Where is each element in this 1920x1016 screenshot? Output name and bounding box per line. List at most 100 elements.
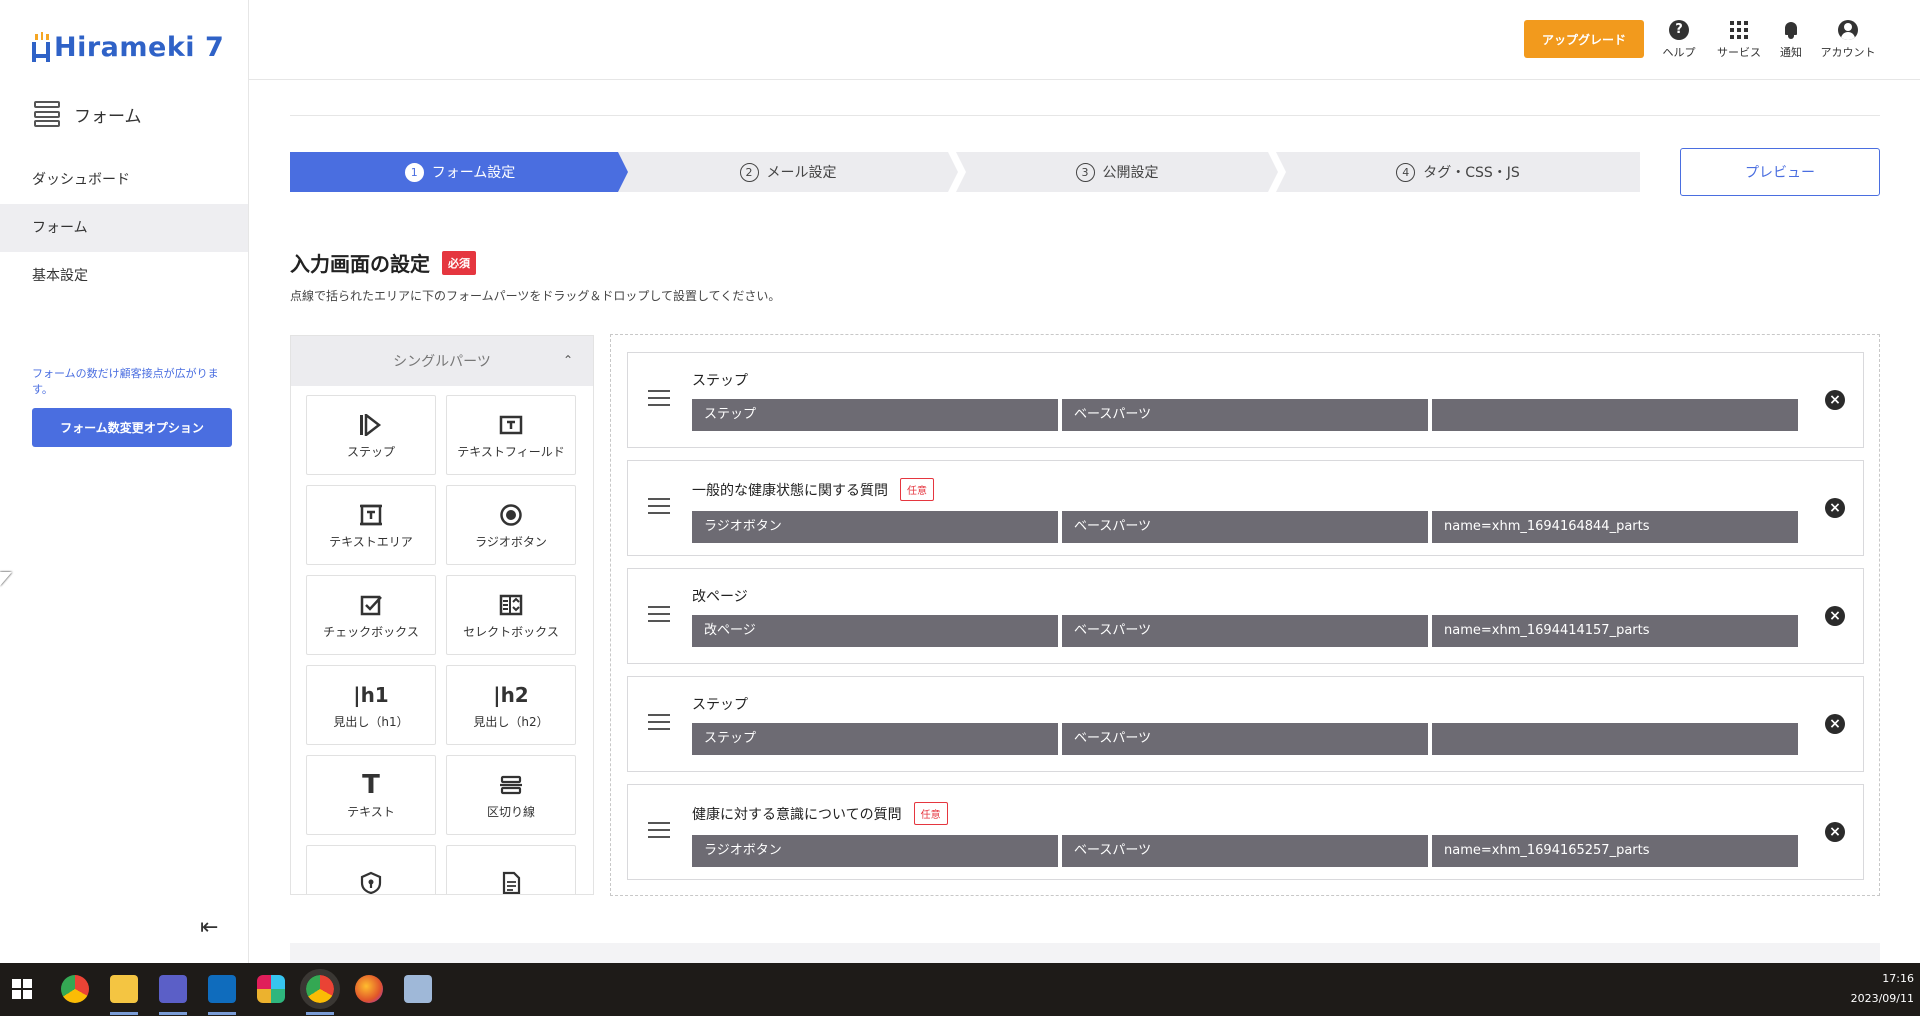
logo-mark-icon	[32, 31, 52, 62]
part-step[interactable]: ステップ	[306, 395, 436, 475]
step-icon	[359, 411, 383, 439]
sidebar-item-form[interactable]: フォーム	[0, 204, 248, 252]
content-divider	[290, 115, 1880, 116]
part-heading-h2[interactable]: |h2 見出し（h2）	[446, 665, 576, 745]
collapse-sidebar-icon[interactable]: ⇤	[200, 915, 218, 940]
preview-button[interactable]: プレビュー	[1680, 148, 1880, 196]
account-button[interactable]: アカウント	[1813, 18, 1883, 60]
chrome-profile-icon[interactable]	[300, 969, 340, 1009]
row-title: ステップ	[692, 373, 748, 389]
logo[interactable]: Hirameki 7	[32, 31, 225, 63]
help-icon: ?	[1669, 20, 1689, 40]
service-button[interactable]: サービス	[1711, 18, 1767, 60]
drag-handle-icon[interactable]	[648, 498, 670, 514]
step-form-settings[interactable]: 1 フォーム設定	[290, 152, 630, 192]
drag-handle-icon[interactable]	[648, 390, 670, 406]
remove-part-icon[interactable]: ×	[1825, 498, 1845, 518]
sidebar: Hirameki 7 フォーム ダッシュボード フォーム 基本設定 フォームの数…	[0, 0, 249, 963]
row-title: 改ページ	[692, 589, 748, 605]
form-part-row[interactable]: ステップ ステップ ベースパーツ ×	[627, 352, 1864, 448]
sidebar-item-dashboard[interactable]: ダッシュボード	[0, 156, 248, 204]
text-area-icon	[359, 501, 383, 529]
shield-icon	[360, 869, 382, 894]
logo-text: Hirameki 7	[54, 32, 225, 63]
optional-badge: 任意	[900, 478, 934, 501]
sidebar-section-title: フォーム	[74, 106, 142, 127]
form-count-option-button[interactable]: フォーム数変更オプション	[32, 408, 232, 447]
remove-part-icon[interactable]: ×	[1825, 822, 1845, 842]
drag-handle-icon[interactable]	[648, 822, 670, 838]
part-privacy[interactable]	[306, 845, 436, 894]
upgrade-button[interactable]: アップグレード	[1524, 20, 1644, 58]
sidebar-menu: ダッシュボード フォーム 基本設定	[0, 156, 248, 300]
row-type-cell: 改ページ	[692, 615, 1058, 647]
part-divider[interactable]: 区切り線	[446, 755, 576, 835]
outlook-icon[interactable]	[208, 975, 236, 1003]
database-icon	[34, 101, 60, 127]
radio-icon	[499, 501, 523, 529]
h1-icon: |h1	[353, 682, 389, 707]
row-name-cell	[1432, 723, 1798, 755]
palette-grid: ステップ テキストフィールド テキストエリア ラジオボタン チェックボックス セ…	[306, 395, 576, 894]
part-text[interactable]: T テキスト	[306, 755, 436, 835]
mouse-cursor-icon	[0, 572, 12, 586]
text-field-icon	[499, 411, 523, 439]
palette-header[interactable]: シングルパーツ ⌃	[291, 336, 593, 386]
remove-part-icon[interactable]: ×	[1825, 390, 1845, 410]
remove-part-icon[interactable]: ×	[1825, 714, 1845, 734]
form-drop-area[interactable]: ステップ ステップ ベースパーツ × 一般的な健康状態に関する質問 任意 ラジオ…	[610, 334, 1880, 896]
step-publish-settings[interactable]: 3 公開設定	[956, 152, 1278, 192]
drag-handle-icon[interactable]	[648, 606, 670, 622]
optional-badge: 任意	[913, 802, 948, 825]
section-description: 点線で括られたエリアに下のフォームパーツをドラッグ＆ドロップして設置してください…	[290, 289, 781, 303]
chrome-icon[interactable]	[61, 975, 89, 1003]
form-part-row[interactable]: 一般的な健康状態に関する質問 任意 ラジオボタン ベースパーツ name=xhm…	[627, 460, 1864, 556]
firefox-icon[interactable]	[355, 975, 383, 1003]
row-category-cell: ベースパーツ	[1062, 835, 1428, 867]
row-type-cell: ステップ	[692, 399, 1058, 431]
part-text-area[interactable]: テキストエリア	[306, 485, 436, 565]
sidebar-item-basic-settings[interactable]: 基本設定	[0, 252, 248, 300]
form-part-row[interactable]: ステップ ステップ ベースパーツ ×	[627, 676, 1864, 772]
row-title: 健康に対する意識についての質問	[692, 806, 902, 823]
account-icon	[1838, 20, 1858, 40]
part-heading-h1[interactable]: |h1 見出し（h1）	[306, 665, 436, 745]
row-category-cell: ベースパーツ	[1062, 511, 1428, 543]
help-label: ヘルプ	[1662, 46, 1696, 59]
notepad-icon[interactable]	[404, 975, 432, 1003]
part-text-field[interactable]: テキストフィールド	[446, 395, 576, 475]
row-name-cell: name=xhm_1694164844_parts	[1432, 511, 1798, 543]
remove-part-icon[interactable]: ×	[1825, 606, 1845, 626]
row-type-cell: ラジオボタン	[692, 835, 1058, 867]
windows-start-icon[interactable]	[12, 979, 32, 999]
drag-handle-icon[interactable]	[648, 714, 670, 730]
notification-button[interactable]: 通知	[1773, 18, 1809, 60]
service-label: サービス	[1717, 46, 1761, 59]
top-header: アップグレード ? ヘルプ サービス 通知 アカウント	[249, 0, 1920, 80]
row-type-cell: ステップ	[692, 723, 1058, 755]
teams-icon[interactable]	[159, 975, 187, 1003]
divider-icon	[499, 771, 523, 799]
row-category-cell: ベースパーツ	[1062, 615, 1428, 647]
text-icon: T	[362, 769, 380, 800]
help-button[interactable]: ? ヘルプ	[1654, 18, 1704, 60]
row-category-cell: ベースパーツ	[1062, 723, 1428, 755]
step-mail-settings[interactable]: 2 メール設定	[618, 152, 958, 192]
step-tag-css-js[interactable]: 4 タグ・CSS・JS	[1276, 152, 1640, 192]
notify-label: 通知	[1780, 46, 1802, 59]
taskbar: 17:16 2023/09/11	[0, 963, 1920, 1016]
clock[interactable]: 17:16 2023/09/11	[1851, 969, 1914, 1009]
part-checkbox[interactable]: チェックボックス	[306, 575, 436, 655]
form-part-row[interactable]: 改ページ 改ページ ベースパーツ name=xhm_1694414157_par…	[627, 568, 1864, 664]
row-type-cell: ラジオボタン	[692, 511, 1058, 543]
part-radio-button[interactable]: ラジオボタン	[446, 485, 576, 565]
account-label: アカウント	[1820, 46, 1876, 59]
form-part-row[interactable]: 健康に対する意識についての質問 任意 ラジオボタン ベースパーツ name=xh…	[627, 784, 1864, 880]
part-select-box[interactable]: セレクトボックス	[446, 575, 576, 655]
required-badge: 必須	[442, 250, 476, 275]
part-document[interactable]	[446, 845, 576, 894]
slack-icon[interactable]	[257, 975, 285, 1003]
row-name-cell: name=xhm_1694414157_parts	[1432, 615, 1798, 647]
file-explorer-icon[interactable]	[110, 975, 138, 1003]
h2-icon: |h2	[493, 682, 529, 707]
